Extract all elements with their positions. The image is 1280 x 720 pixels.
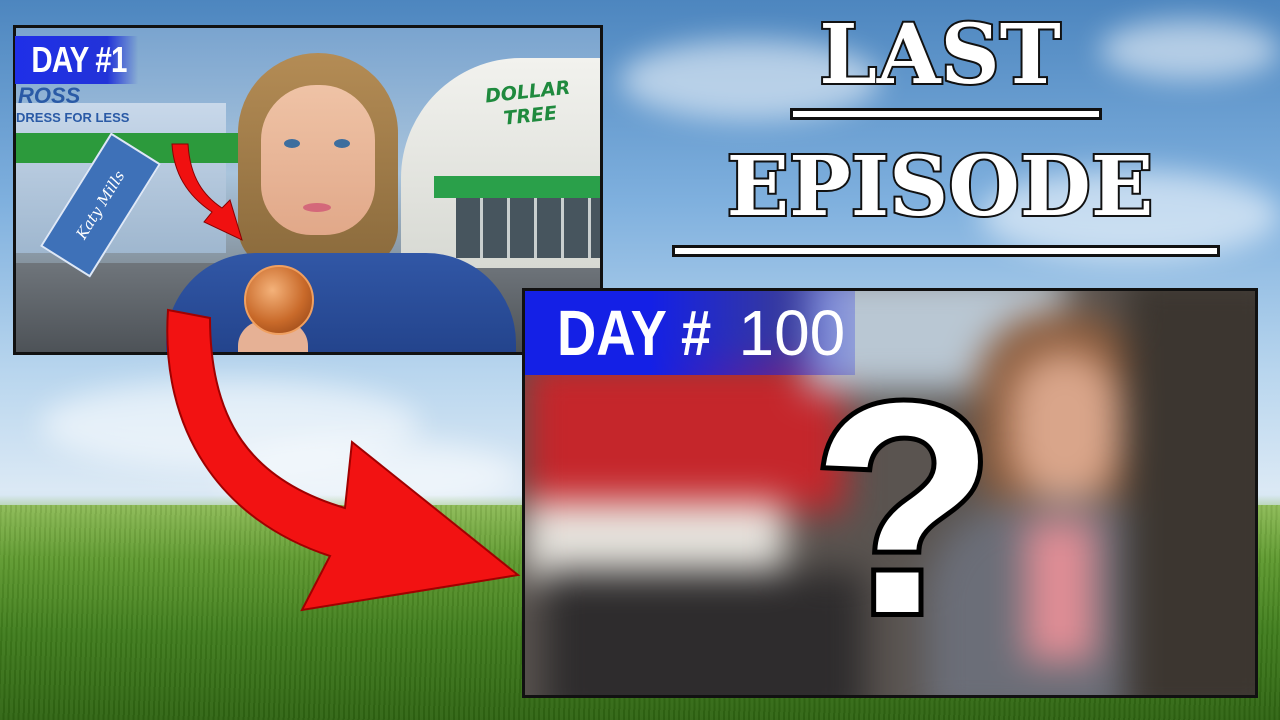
blur-storefront-white xyxy=(525,501,785,581)
person-shirt xyxy=(166,253,516,352)
title-text: LAST EPISODE xyxy=(660,7,1220,235)
person-face xyxy=(261,85,375,235)
person-eye-left xyxy=(284,139,300,148)
blur-person-face xyxy=(1010,351,1120,501)
blur-shelf-dark xyxy=(1125,291,1255,695)
day1-badge: DAY #1 xyxy=(15,36,138,84)
small-red-arrow-icon xyxy=(171,143,243,241)
person-eye-right xyxy=(334,139,350,148)
blur-storefront-red xyxy=(525,361,845,511)
penny-coin-icon xyxy=(244,265,314,335)
title-underline-2 xyxy=(672,245,1220,257)
ross-tagline: DRESS FOR LESS xyxy=(16,110,130,125)
title-line-last: LAST xyxy=(817,7,1063,103)
day100-badge-prefix: DAY # xyxy=(557,297,712,369)
person-lips xyxy=(303,203,331,212)
title-underline-1 xyxy=(790,108,1102,120)
title-line-episode: EPISODE xyxy=(725,139,1156,235)
blur-object-pink xyxy=(1025,521,1095,661)
question-mark-icon: ? xyxy=(807,340,1000,676)
ross-sign: ROSS xyxy=(18,83,81,108)
day100-badge: DAY #100 xyxy=(525,291,855,375)
